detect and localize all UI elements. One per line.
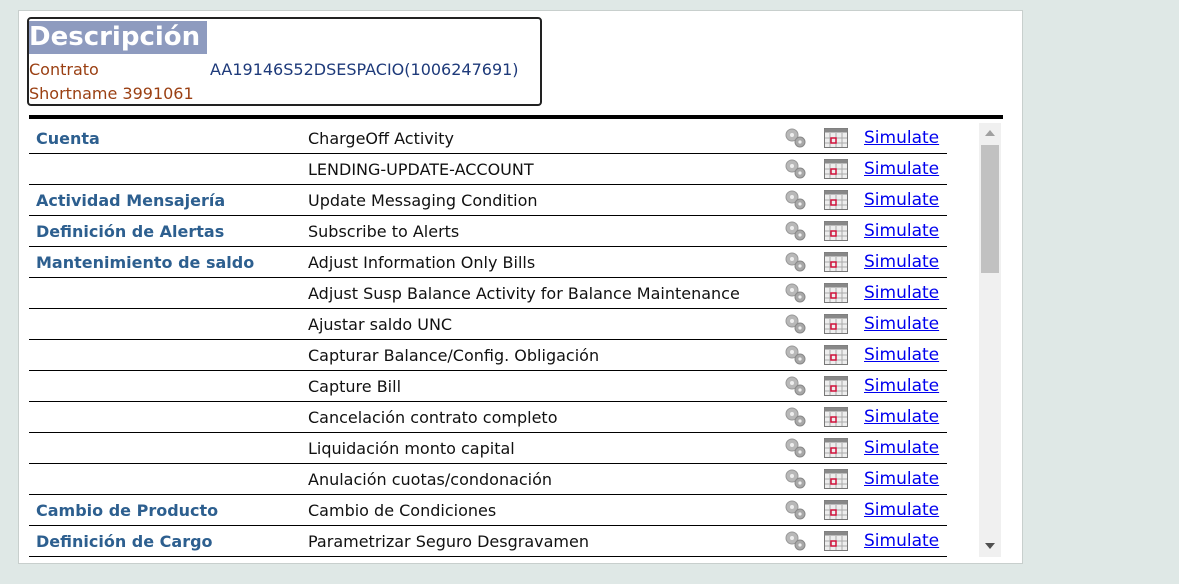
calendar-icon[interactable] <box>824 283 848 303</box>
activity-name: LENDING-UPDATE-ACCOUNT <box>308 160 534 179</box>
simulate-link[interactable]: Simulate <box>864 190 939 210</box>
gears-icon[interactable] <box>783 158 807 180</box>
gears-icon[interactable] <box>783 220 807 242</box>
gears-icon[interactable] <box>783 282 807 304</box>
simulate-link[interactable]: Simulate <box>864 531 939 551</box>
calendar-icon[interactable] <box>824 345 848 365</box>
simulate-link[interactable]: Simulate <box>864 407 939 427</box>
calendar-icon[interactable] <box>824 469 848 489</box>
activity-name: Capture Bill <box>308 377 402 396</box>
scroll-down-arrow[interactable] <box>985 543 995 549</box>
table-row: Cancelación contrato completo Simulate <box>29 402 947 433</box>
calendar-icon[interactable] <box>824 376 848 396</box>
table-row: Capturar Balance/Config. Obligación Simu… <box>29 340 947 371</box>
gears-icon[interactable] <box>783 468 807 490</box>
contrato-label: Contrato <box>29 60 99 79</box>
gears-icon[interactable] <box>783 530 807 552</box>
calendar-icon[interactable] <box>824 190 848 210</box>
description-box: Descripción Contrato AA19146S52DSESPACIO… <box>27 17 542 106</box>
table-row: Liquidación monto capital Simulate <box>29 433 947 464</box>
calendar-icon[interactable] <box>824 159 848 179</box>
table-row: Definición de Cargo Parametrizar Seguro … <box>29 526 947 557</box>
activity-name: Subscribe to Alerts <box>308 222 460 241</box>
scrollbar-thumb[interactable] <box>981 145 999 273</box>
simulate-link[interactable]: Simulate <box>864 252 939 272</box>
gears-icon[interactable] <box>783 189 807 211</box>
activities-table: Cuenta ChargeOff Activity Simulate LENDI… <box>29 123 947 557</box>
activity-name: Liquidación monto capital <box>308 439 515 458</box>
simulate-link[interactable]: Simulate <box>864 314 939 334</box>
table-row: Adjust Susp Balance Activity for Balance… <box>29 278 947 309</box>
activity-name: Capturar Balance/Config. Obligación <box>308 346 600 365</box>
simulate-link[interactable]: Simulate <box>864 469 939 489</box>
category-label: Definición de Alertas <box>36 222 225 241</box>
gears-icon[interactable] <box>783 437 807 459</box>
gears-icon[interactable] <box>783 313 807 335</box>
gears-icon[interactable] <box>783 344 807 366</box>
table-row: Definición de Alertas Subscribe to Alert… <box>29 216 947 247</box>
gears-icon[interactable] <box>783 251 807 273</box>
simulate-link[interactable]: Simulate <box>864 376 939 396</box>
scroll-up-arrow[interactable] <box>985 130 995 136</box>
calendar-icon[interactable] <box>824 128 848 148</box>
simulate-link[interactable]: Simulate <box>864 128 939 148</box>
activity-name: Parametrizar Seguro Desgravamen <box>308 532 589 551</box>
gears-icon[interactable] <box>783 406 807 428</box>
table-row: Cambio de Producto Cambio de Condiciones… <box>29 495 947 526</box>
category-label: Mantenimiento de saldo <box>36 253 255 272</box>
activity-name: Update Messaging Condition <box>308 191 538 210</box>
simulate-link[interactable]: Simulate <box>864 500 939 520</box>
activity-name: Anulación cuotas/condonación <box>308 470 553 489</box>
main-panel: Descripción Contrato AA19146S52DSESPACIO… <box>18 10 1023 564</box>
gears-icon[interactable] <box>783 375 807 397</box>
category-label: Cambio de Producto <box>36 501 219 520</box>
category-label: Actividad Mensajería <box>36 191 226 210</box>
activity-name: Cancelación contrato completo <box>308 408 558 427</box>
shortname-label: Shortname 3991061 <box>29 84 194 103</box>
calendar-icon[interactable] <box>824 531 848 551</box>
activity-name: Ajustar saldo UNC <box>308 315 453 334</box>
table-row: Actividad Mensajería Update Messaging Co… <box>29 185 947 216</box>
category-label: Cuenta <box>36 129 100 148</box>
activity-name: Adjust Information Only Bills <box>308 253 536 272</box>
gears-icon[interactable] <box>783 499 807 521</box>
activity-name: Cambio de Condiciones <box>308 501 497 520</box>
table-row: Capture Bill Simulate <box>29 371 947 402</box>
table-row: Anulación cuotas/condonación Simulate <box>29 464 947 495</box>
simulate-link[interactable]: Simulate <box>864 438 939 458</box>
calendar-icon[interactable] <box>824 314 848 334</box>
activity-name: ChargeOff Activity <box>308 129 454 148</box>
simulate-link[interactable]: Simulate <box>864 159 939 179</box>
table-row: Cuenta ChargeOff Activity Simulate <box>29 123 947 154</box>
simulate-link[interactable]: Simulate <box>864 283 939 303</box>
activity-name: Adjust Susp Balance Activity for Balance… <box>308 284 740 303</box>
contrato-value: AA19146S52DSESPACIO(1006247691) <box>210 60 519 79</box>
simulate-link[interactable]: Simulate <box>864 221 939 241</box>
description-title: Descripción <box>29 21 207 54</box>
category-label: Definición de Cargo <box>36 532 213 551</box>
calendar-icon[interactable] <box>824 221 848 241</box>
table-row: LENDING-UPDATE-ACCOUNT Simulate <box>29 154 947 185</box>
calendar-icon[interactable] <box>824 252 848 272</box>
table-row: Mantenimiento de saldo Adjust Informatio… <box>29 247 947 278</box>
divider <box>29 115 1003 119</box>
calendar-icon[interactable] <box>824 500 848 520</box>
simulate-link[interactable]: Simulate <box>864 345 939 365</box>
calendar-icon[interactable] <box>824 438 848 458</box>
table-row: Ajustar saldo UNC Simulate <box>29 309 947 340</box>
gears-icon[interactable] <box>783 127 807 149</box>
calendar-icon[interactable] <box>824 407 848 427</box>
scrollbar[interactable] <box>979 123 1001 557</box>
